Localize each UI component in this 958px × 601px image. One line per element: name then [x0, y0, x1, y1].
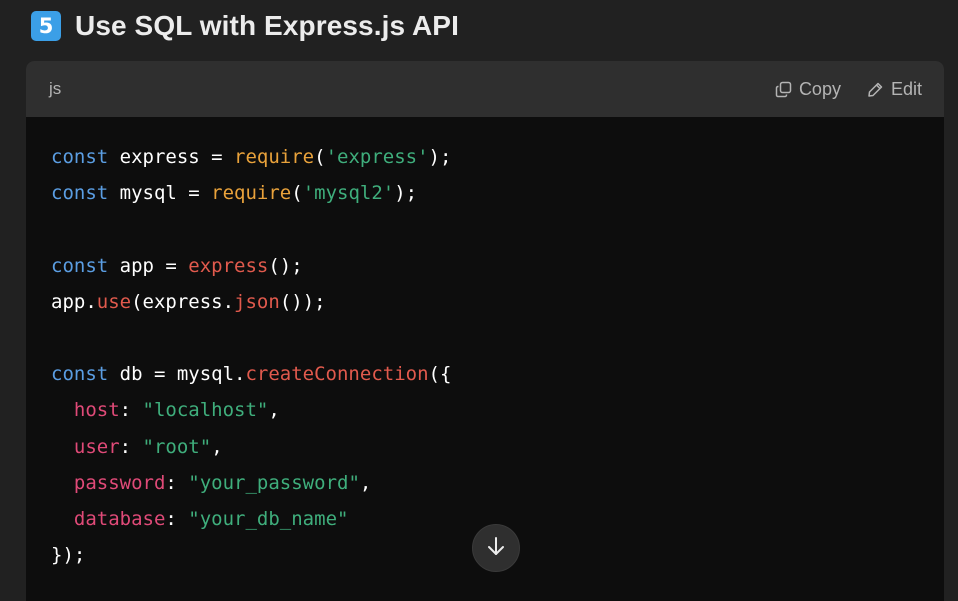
code-line: const db = mysql.createConnection({ — [51, 356, 944, 392]
code-token: "localhost" — [142, 399, 269, 422]
code-token: "your_password" — [188, 471, 360, 494]
code-token: password — [73, 471, 166, 494]
code-token: ({ — [428, 363, 452, 386]
code-token: (); — [268, 254, 303, 277]
code-block-header: js Copy Edit — [26, 61, 944, 117]
code-token: ( — [314, 146, 326, 168]
step-number-badge: 5 — [31, 11, 61, 41]
edit-button[interactable]: Edit — [867, 79, 922, 100]
code-token: }); — [51, 544, 86, 567]
copy-button-label: Copy — [798, 78, 841, 99]
code-content: const express = require('express'); const… — [26, 117, 944, 573]
code-line: user: "root", — [51, 429, 944, 465]
edit-button-label: Edit — [890, 78, 922, 99]
code-token: : — [165, 471, 189, 494]
code-token: 'mysql2' — [302, 182, 395, 205]
code-token: json — [234, 290, 280, 313]
code-token: express — [188, 254, 269, 277]
code-line: const app = express(); — [51, 248, 944, 284]
code-token: user — [73, 435, 120, 458]
code-token: : — [119, 399, 143, 422]
code-line: password: "your_password", — [51, 465, 944, 501]
code-token: , — [268, 399, 280, 422]
code-line: app.use(express.json()); — [51, 284, 944, 320]
code-line: const express = require('express'); — [51, 139, 944, 175]
code-token: const — [51, 254, 109, 277]
code-token: (express. — [131, 290, 235, 313]
pencil-icon — [867, 81, 884, 98]
code-token: host — [73, 399, 120, 422]
code-token: express = — [108, 146, 235, 168]
section-title: Use SQL with Express.js API — [75, 10, 459, 41]
scroll-down-button[interactable] — [472, 524, 520, 572]
code-token: , — [211, 435, 223, 458]
code-token: const — [51, 182, 109, 205]
arrow-down-icon — [485, 535, 507, 561]
code-token: app = — [108, 254, 189, 277]
code-token: 'express' — [325, 146, 429, 168]
code-actions: Copy Edit — [775, 79, 922, 100]
code-token: "your_db_name" — [188, 507, 349, 530]
code-line: const mysql = require('mysql2'); — [51, 175, 944, 211]
code-token: : — [119, 435, 143, 458]
copy-button[interactable]: Copy — [775, 79, 841, 100]
code-token: db = mysql. — [108, 363, 246, 386]
section-heading: 5 Use SQL with Express.js API — [31, 10, 459, 42]
code-token: createConnection — [245, 363, 429, 386]
code-line: host: "localhost", — [51, 392, 944, 428]
code-block: js Copy Edit const express = require('ex… — [26, 61, 944, 601]
code-token: require — [234, 146, 315, 168]
code-token: const — [51, 363, 109, 386]
code-token: ); — [394, 182, 418, 205]
code-token: const — [51, 146, 109, 168]
code-token: mysql = — [108, 182, 212, 205]
code-token: use — [96, 290, 132, 313]
code-token: require — [211, 182, 292, 205]
code-token: , — [359, 471, 372, 494]
code-token: database — [73, 507, 166, 530]
copy-icon — [775, 81, 792, 98]
code-token: ); — [428, 146, 452, 168]
code-token: app. — [51, 290, 97, 313]
code-token: "root" — [142, 435, 212, 458]
code-token: ()); — [279, 290, 326, 313]
code-language-label: js — [49, 79, 62, 98]
code-token: : — [165, 507, 189, 530]
code-token: ( — [291, 182, 303, 205]
